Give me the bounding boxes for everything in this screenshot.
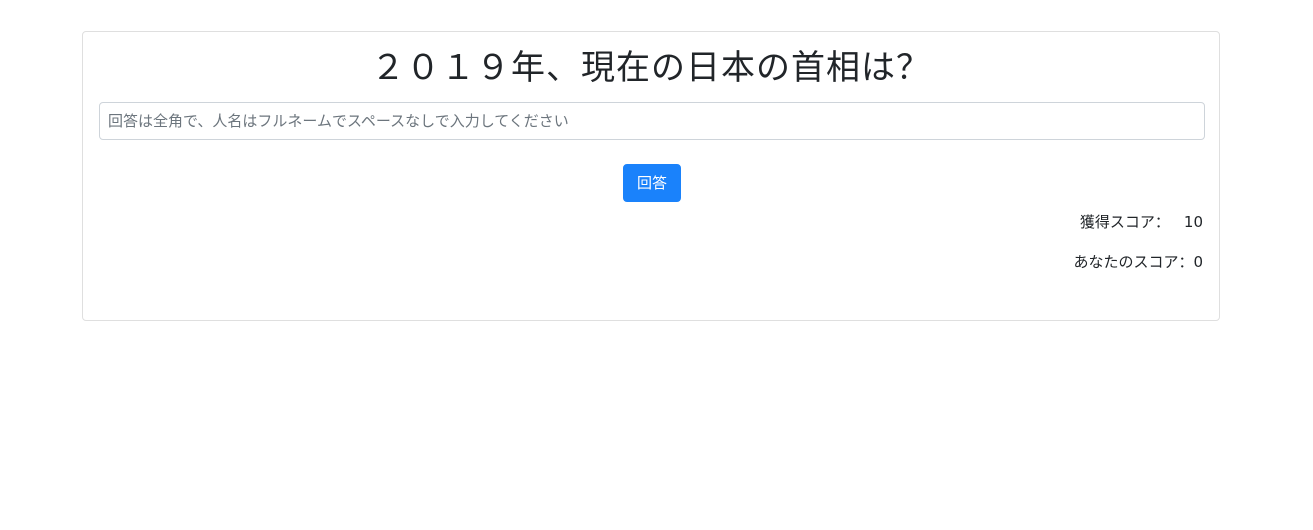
your-score-row: あなたのスコア：0 <box>1073 252 1203 272</box>
quiz-card: ２０１９年、現在の日本の首相は？ 回答 獲得スコア： 10 あなたのスコア：0 <box>82 31 1220 321</box>
earned-score-row: 獲得スコア： 10 <box>1080 212 1203 232</box>
your-score-value: 0 <box>1193 253 1203 271</box>
earned-score-label: 獲得スコア： <box>1079 213 1170 231</box>
answer-submit-button[interactable]: 回答 <box>623 164 681 202</box>
your-score-label: あなたのスコア： <box>1073 253 1194 271</box>
question-title: ２０１９年、現在の日本の首相は？ <box>371 48 931 88</box>
earned-score-value: 10 <box>1183 213 1203 231</box>
answer-input[interactable] <box>99 102 1205 140</box>
